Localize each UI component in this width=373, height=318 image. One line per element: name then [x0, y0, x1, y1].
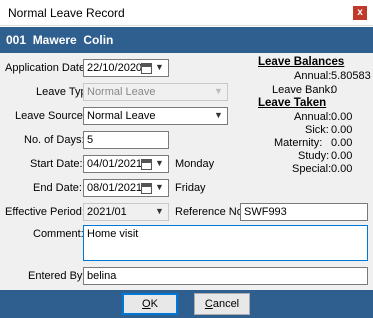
reference-no-input[interactable]: SWF993	[240, 203, 368, 221]
balance-annual-value: 5.80583	[331, 70, 371, 82]
taken-special-label: Special:	[292, 163, 332, 175]
balance-annual-label: Annual:	[294, 70, 332, 82]
ok-button[interactable]: OK	[122, 293, 178, 315]
comment-textarea[interactable]: Home visit	[83, 225, 368, 261]
taken-maternity-label: Maternity:	[274, 137, 323, 149]
leave-balances-title: Leave Balances	[258, 56, 345, 68]
leave-source-value: Normal Leave	[87, 110, 156, 122]
entered-by-label: Entered By:	[28, 270, 86, 282]
cancel-mnemonic: C	[204, 298, 213, 310]
start-weekday: Monday	[175, 158, 215, 170]
no-of-days-input[interactable]: 5	[83, 131, 169, 149]
reference-no-value: SWF993	[244, 206, 287, 218]
effective-period-value: 2021/01	[87, 206, 127, 218]
chevron-down-icon[interactable]: ▼	[155, 182, 165, 192]
chevron-down-icon[interactable]: ▼	[155, 62, 165, 72]
employee-header: 001 Mawere Colin	[0, 27, 373, 53]
taken-special-value: 0.00	[331, 163, 353, 175]
entered-by-input[interactable]: belina	[83, 267, 368, 285]
no-of-days-value: 5	[87, 134, 94, 146]
leave-source-label: Leave Source:	[15, 110, 86, 122]
balance-leave-bank-label: Leave Bank:	[272, 84, 334, 96]
chevron-down-icon[interactable]: ▼	[155, 206, 165, 216]
start-date-label: Start Date:	[30, 158, 83, 170]
ok-label-rest: K	[150, 298, 158, 310]
button-bar: OK Cancel	[0, 290, 373, 318]
end-date-field[interactable]: 08/01/2021 ▼	[83, 179, 169, 197]
taken-maternity-value: 0.00	[331, 137, 353, 149]
calendar-icon[interactable]	[141, 159, 152, 170]
application-date-value: 22/10/2020	[87, 62, 143, 74]
end-date-label: End Date:	[33, 182, 82, 194]
window-title: Normal Leave Record	[8, 6, 125, 20]
chevron-down-icon[interactable]: ▼	[214, 110, 224, 120]
start-date-value: 04/01/2021	[87, 158, 143, 170]
application-date-field[interactable]: 22/10/2020 ▼	[83, 59, 169, 77]
effective-period-label: Effective Period:	[5, 206, 85, 218]
cancel-button[interactable]: Cancel	[194, 293, 250, 315]
chevron-down-icon[interactable]: ▼	[155, 158, 165, 168]
calendar-icon[interactable]	[141, 183, 152, 194]
taken-annual-label: Annual:	[294, 111, 332, 123]
no-of-days-label: No. of Days:	[24, 134, 85, 146]
taken-study-label: Study:	[298, 150, 330, 162]
calendar-icon[interactable]	[141, 63, 152, 74]
leave-type-value: Normal Leave	[87, 86, 156, 98]
employee-header-text: 001 Mawere Colin	[6, 33, 114, 47]
entered-by-value: belina	[87, 270, 117, 282]
comment-label: Comment:	[33, 228, 84, 240]
start-date-field[interactable]: 04/01/2021 ▼	[83, 155, 169, 173]
comment-value: Home visit	[87, 228, 139, 240]
application-date-label: Application Date:	[5, 62, 89, 74]
balance-leave-bank-value: 0	[331, 84, 338, 96]
end-weekday: Friday	[175, 182, 206, 194]
reference-no-label: Reference No.	[175, 206, 246, 218]
chevron-down-icon[interactable]: ▼	[214, 86, 224, 96]
leave-source-select[interactable]: Normal Leave ▼	[83, 107, 228, 125]
form-panel: Application Date: 22/10/2020 ▼ Leave Typ…	[0, 53, 373, 290]
taken-sick-value: 0.00	[331, 124, 353, 136]
taken-annual-value: 0.00	[331, 111, 353, 123]
close-icon[interactable]: x	[353, 6, 367, 20]
end-date-value: 08/01/2021	[87, 182, 143, 194]
cancel-label-rest: ancel	[212, 298, 240, 310]
taken-sick-label: Sick:	[305, 124, 329, 136]
title-bar: Normal Leave Record x	[0, 0, 373, 26]
leave-type-select[interactable]: Normal Leave ▼	[83, 83, 228, 101]
ok-mnemonic: O	[142, 298, 151, 310]
effective-period-select[interactable]: 2021/01 ▼	[83, 203, 169, 221]
leave-taken-title: Leave Taken	[258, 97, 327, 109]
taken-study-value: 0.00	[331, 150, 353, 162]
